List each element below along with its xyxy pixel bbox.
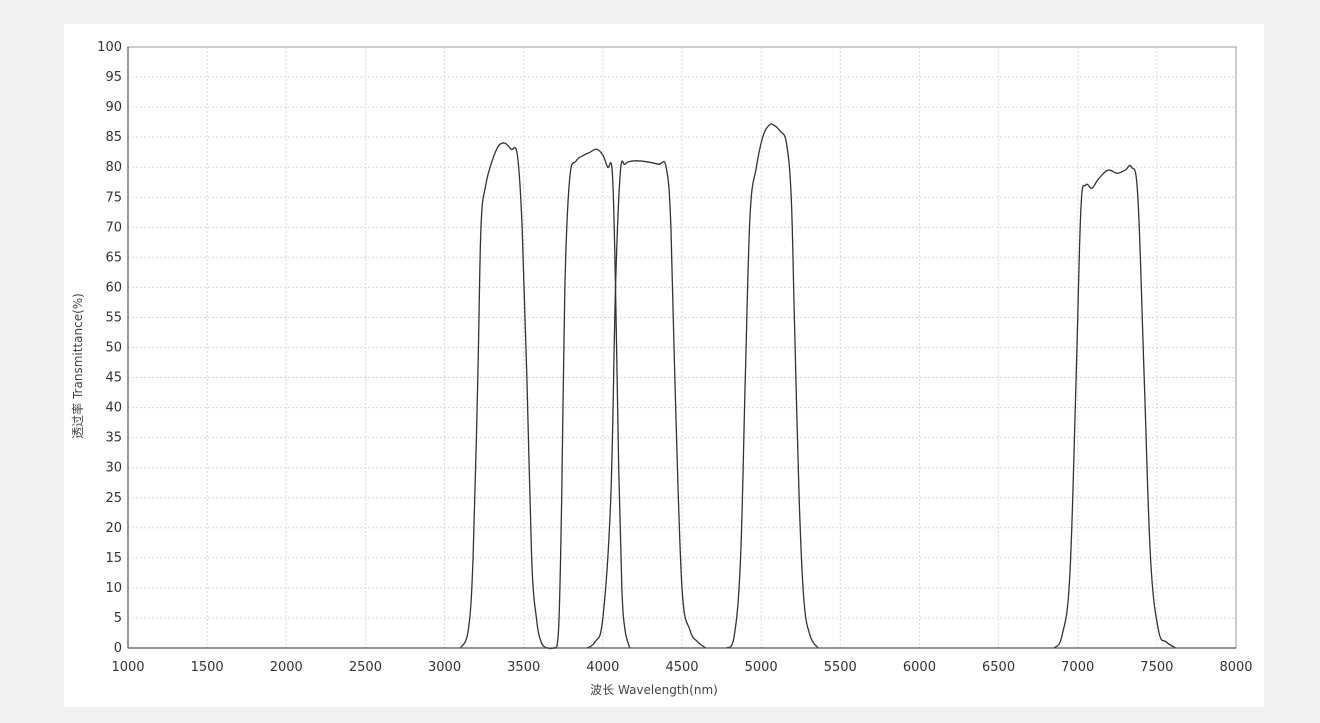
y-axis-label: 透过率 Transmittance(%) xyxy=(70,293,85,439)
x-tick-label: 1000 xyxy=(111,660,144,675)
x-tick-label: 3500 xyxy=(507,660,540,675)
chart-card: 1000 1500 2000 2500 3000 3500 4000 4500 5000 5500… xyxy=(64,24,1264,707)
y-tick-label: 55 xyxy=(105,310,122,325)
y-tick-label: 5 xyxy=(114,611,122,626)
x-tick-labels: 1000 1500 2000 2500 3000 3500 4000 4500 5000 5500… xyxy=(111,660,1252,675)
y-tick-label: 85 xyxy=(105,130,122,145)
y-tick-labels: 0 5 10 15 20 25 30 35 40 45 50 55 60 65 70 75 80 85 90 95 10… xyxy=(97,40,122,656)
series-line-5 xyxy=(1053,164,1177,649)
y-tick-label: 95 xyxy=(105,70,122,85)
y-tick-label: 35 xyxy=(105,431,122,446)
x-tick-label: 3000 xyxy=(428,660,461,675)
x-tick-label: 1500 xyxy=(191,660,224,675)
y-tick-label: 40 xyxy=(105,401,122,416)
x-tick-label: 4000 xyxy=(586,660,619,675)
x-tick-label: 5500 xyxy=(824,660,857,675)
y-tick-label: 15 xyxy=(105,551,122,566)
y-tick-label: 70 xyxy=(105,220,122,235)
y-tick-label: 45 xyxy=(105,371,122,386)
y-tick-label: 30 xyxy=(105,461,122,476)
x-tick-label: 6500 xyxy=(982,660,1015,675)
y-tick-label: 65 xyxy=(105,250,122,265)
y-tick-label: 60 xyxy=(105,280,122,295)
series-line-2 xyxy=(553,148,631,649)
y-tick-label: 10 xyxy=(105,581,122,596)
y-tick-label: 0 xyxy=(114,641,122,656)
x-axis-label: 波长 Wavelength(nm) xyxy=(590,683,718,697)
x-tick-label: 2500 xyxy=(349,660,382,675)
y-tick-label: 50 xyxy=(105,341,122,356)
series-line-3 xyxy=(586,160,707,649)
x-tick-label: 8000 xyxy=(1219,660,1252,675)
y-tick-label: 100 xyxy=(97,40,122,55)
x-tick-label: 4500 xyxy=(665,660,698,675)
x-tick-label: 5000 xyxy=(745,660,778,675)
series-line-4 xyxy=(725,123,819,649)
x-tick-label: 6000 xyxy=(903,660,936,675)
grid-lines xyxy=(128,47,1236,648)
y-tick-label: 75 xyxy=(105,190,122,205)
y-tick-label: 80 xyxy=(105,160,122,175)
x-tick-label: 2000 xyxy=(270,660,303,675)
x-tick-label: 7500 xyxy=(1140,660,1173,675)
y-tick-label: 25 xyxy=(105,491,122,506)
y-tick-label: 90 xyxy=(105,100,122,115)
y-tick-label: 20 xyxy=(105,521,122,536)
transmittance-chart: 1000 1500 2000 2500 3000 3500 4000 4500 5000 5500… xyxy=(70,40,1253,697)
series-group xyxy=(459,123,1177,650)
x-tick-label: 7000 xyxy=(1061,660,1094,675)
series-line-1 xyxy=(459,142,556,650)
